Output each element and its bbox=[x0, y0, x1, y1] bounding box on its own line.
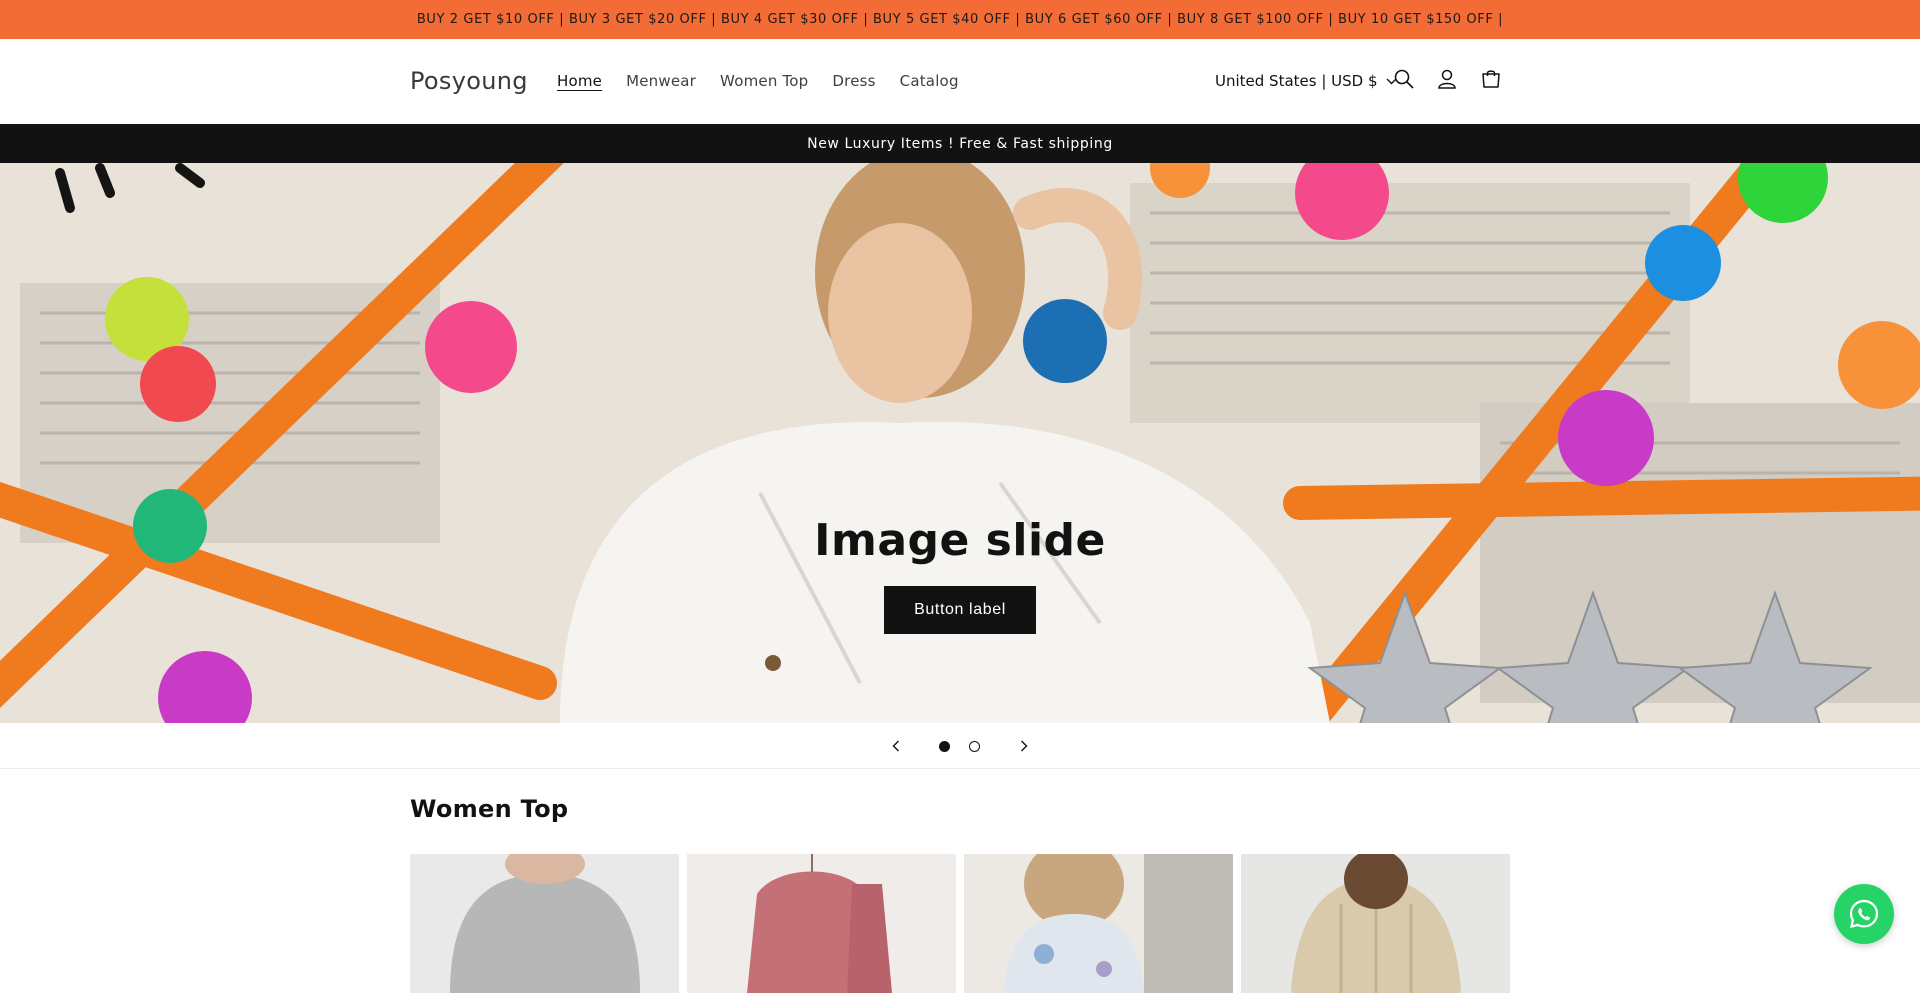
promo-text: BUY 2 GET $10 OFF | BUY 3 GET $20 OFF | … bbox=[416, 12, 1504, 27]
cart-icon[interactable] bbox=[1477, 65, 1505, 93]
shipping-announcement: New Luxury Items ! Free & Fast shipping bbox=[0, 124, 1920, 163]
slider-controls bbox=[0, 723, 1920, 769]
store-logo[interactable]: Posyoung bbox=[410, 67, 528, 95]
hero-title: Image slide bbox=[814, 515, 1106, 566]
section-title: Women Top bbox=[410, 795, 569, 823]
product-card-3[interactable] bbox=[964, 854, 1233, 993]
main-nav: Home Menwear Women Top Dress Catalog bbox=[557, 72, 983, 90]
promo-bar: BUY 2 GET $10 OFF | BUY 3 GET $20 OFF | … bbox=[0, 0, 1920, 39]
nav-catalog[interactable]: Catalog bbox=[900, 72, 959, 90]
product-card-1[interactable] bbox=[410, 854, 679, 993]
slide-dot-1[interactable] bbox=[939, 741, 950, 752]
chevron-left-icon[interactable] bbox=[884, 734, 908, 758]
whatsapp-chat-button[interactable] bbox=[1834, 884, 1894, 944]
site-header: Posyoung Home Menwear Women Top Dress Ca… bbox=[0, 39, 1920, 124]
search-icon[interactable] bbox=[1390, 65, 1418, 93]
hero-slideshow: Image slide Button label bbox=[0, 163, 1920, 723]
product-image bbox=[964, 854, 1233, 993]
chevron-right-icon[interactable] bbox=[1012, 734, 1036, 758]
product-card-4[interactable] bbox=[1241, 854, 1510, 993]
hero-cta-button[interactable]: Button label bbox=[884, 586, 1036, 634]
hero-image bbox=[0, 163, 1920, 723]
whatsapp-icon bbox=[1849, 899, 1879, 928]
product-image bbox=[687, 854, 956, 993]
shipping-text: New Luxury Items ! Free & Fast shipping bbox=[807, 135, 1113, 152]
slide-dot-2[interactable] bbox=[969, 741, 980, 752]
country-label: United States | USD $ bbox=[1215, 72, 1378, 90]
product-image bbox=[1241, 854, 1510, 993]
country-selector[interactable]: United States | USD $ bbox=[1215, 72, 1397, 90]
account-icon[interactable] bbox=[1433, 65, 1461, 93]
nav-menwear[interactable]: Menwear bbox=[626, 72, 696, 90]
nav-home[interactable]: Home bbox=[557, 72, 602, 90]
nav-dress[interactable]: Dress bbox=[832, 72, 875, 90]
product-image bbox=[410, 854, 679, 993]
nav-women-top[interactable]: Women Top bbox=[720, 72, 808, 90]
product-card-2[interactable] bbox=[687, 854, 956, 993]
